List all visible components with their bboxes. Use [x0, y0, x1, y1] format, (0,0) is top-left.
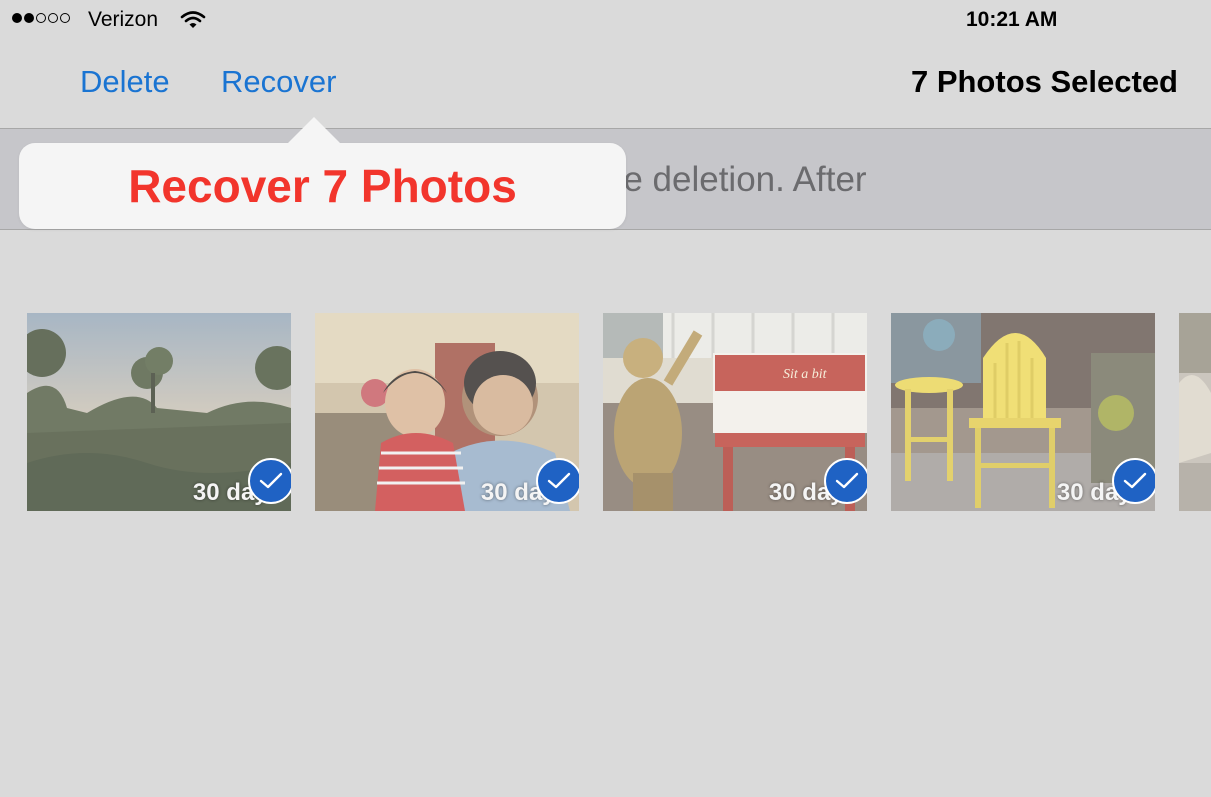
status-time: 10:21 AM: [966, 8, 1058, 31]
signal-strength-icon: [12, 13, 70, 23]
selected-check-icon: [824, 458, 867, 504]
navigation-bar: Delete Recover 7 Photos Selected: [0, 40, 1211, 129]
wifi-icon: [180, 10, 206, 35]
recover-popover: Recover 7 Photos: [19, 117, 626, 229]
selected-check-icon: [1112, 458, 1155, 504]
status-bar: Verizon 10:21 AM: [0, 0, 1211, 40]
selected-check-icon: [536, 458, 579, 504]
photo-thumbnail-4[interactable]: 30 days: [891, 313, 1155, 511]
delete-button[interactable]: Delete: [80, 64, 170, 100]
recover-button[interactable]: Recover: [221, 64, 336, 100]
photo-thumbnail-2[interactable]: 30 days: [315, 313, 579, 511]
popover-arrow: [288, 117, 340, 143]
photo-thumbnail-5-partial[interactable]: [1179, 313, 1211, 511]
carrier-name: Verizon: [88, 8, 159, 31]
recover-photos-button[interactable]: Recover 7 Photos: [19, 143, 626, 229]
selected-check-icon: [248, 458, 291, 504]
photo-thumbnail-3[interactable]: Sit a bit 30 days: [603, 313, 867, 511]
photo-thumbnail-1[interactable]: 30 days: [27, 313, 291, 511]
selection-title: 7 Photos Selected: [910, 64, 1178, 99]
